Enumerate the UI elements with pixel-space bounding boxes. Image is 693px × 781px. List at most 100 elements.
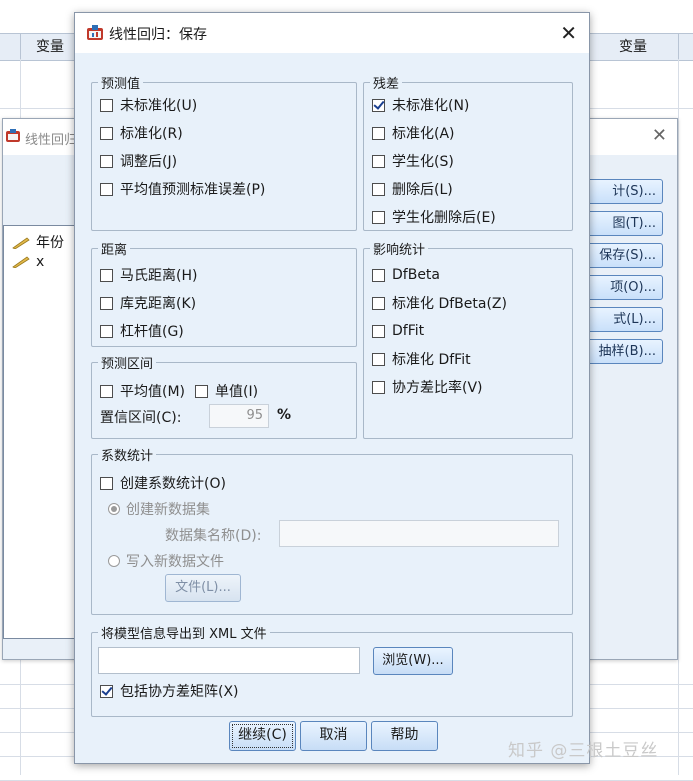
checkbox-mahalanobis[interactable]: 马氏距离(H) <box>100 265 197 285</box>
checkbox-box[interactable] <box>100 182 113 196</box>
variable-item[interactable]: x <box>12 254 44 270</box>
checkbox-label: 学生化(S) <box>392 154 454 170</box>
checkbox-box[interactable] <box>100 476 113 490</box>
browse-button[interactable]: 浏览(W)... <box>373 647 453 675</box>
radio-button[interactable] <box>108 555 120 567</box>
checkbox-include-covariance-matrix[interactable]: 包括协方差矩阵(X) <box>100 681 239 701</box>
checkbox-box[interactable] <box>100 684 113 698</box>
continue-button[interactable]: 继续(C) <box>229 721 296 751</box>
checkbox-box[interactable] <box>372 324 385 338</box>
group-legend: 将模型信息导出到 XML 文件 <box>101 627 267 642</box>
variable-list[interactable]: 年份 x <box>3 225 77 639</box>
radio-label: 写入新数据文件 <box>126 554 224 570</box>
scale-variable-icon <box>12 237 30 249</box>
spss-app-icon <box>6 129 20 142</box>
checkbox-predicted-standardized[interactable]: 标准化(R) <box>100 123 183 143</box>
statistics-button[interactable]: 计(S)... <box>587 179 663 204</box>
checkbox-box[interactable] <box>100 154 113 168</box>
checkbox-standardized-dfbeta[interactable]: 标准化 DfBeta(Z) <box>372 293 507 313</box>
checkbox-residual-studentized[interactable]: 学生化(S) <box>372 151 454 171</box>
checkbox-box[interactable] <box>372 380 385 394</box>
checkbox-label: 标准化 DfBeta(Z) <box>392 296 507 312</box>
watermark: 知乎 @三根土豆丝 <box>508 741 659 761</box>
checkbox-box[interactable] <box>372 154 385 168</box>
checkbox-covariance-ratio[interactable]: 协方差比率(V) <box>372 377 483 397</box>
checkbox-label: 库克距离(K) <box>120 296 197 312</box>
checkbox-label: 创建系数统计(O) <box>120 476 226 492</box>
checkbox-residual-deleted[interactable]: 删除后(L) <box>372 179 453 199</box>
dialog-title: 线性回归：保存 <box>109 27 207 43</box>
sheet-col-header-right[interactable]: 变量 <box>588 34 679 60</box>
radio-write-new-data-file[interactable]: 写入新数据文件 <box>108 551 224 571</box>
checkbox-box[interactable] <box>195 384 208 398</box>
options-button[interactable]: 项(O)... <box>587 275 663 300</box>
checkbox-interval-individual[interactable]: 单值(I) <box>195 381 258 401</box>
group-legend: 影响统计 <box>373 243 426 258</box>
close-icon[interactable]: ✕ <box>652 125 667 146</box>
xml-file-path-input[interactable] <box>98 647 360 674</box>
group-legend: 预测区间 <box>101 357 154 372</box>
checkbox-leverage[interactable]: 杠杆值(G) <box>100 321 184 341</box>
checkbox-box[interactable] <box>372 98 385 112</box>
checkbox-label: 马氏距离(H) <box>120 268 198 284</box>
sheet-corner <box>0 34 21 60</box>
checkbox-dfbeta[interactable]: DfBeta <box>372 265 440 285</box>
help-button[interactable]: 帮助 <box>371 721 438 751</box>
checkbox-label: 单值(I) <box>215 384 259 400</box>
checkbox-box[interactable] <box>372 296 385 310</box>
percent-sign: % <box>277 407 292 423</box>
plots-button[interactable]: 图(T)... <box>587 211 663 236</box>
checkbox-box[interactable] <box>100 384 113 398</box>
checkbox-label: 平均值预测标准误差(P) <box>120 182 266 198</box>
checkbox-dffit[interactable]: DfFit <box>372 321 424 341</box>
sheet-col-header-left[interactable]: 变量 <box>20 34 81 60</box>
variable-name: x <box>36 254 45 270</box>
checkbox-label: 标准化(R) <box>120 126 183 142</box>
checkbox-residual-studentized-deleted[interactable]: 学生化删除后(E) <box>372 207 496 227</box>
close-icon[interactable]: ✕ <box>560 21 577 45</box>
group-legend: 系数统计 <box>101 449 154 464</box>
radio-create-new-dataset[interactable]: 创建新数据集 <box>108 499 210 519</box>
cancel-button[interactable]: 取消 <box>300 721 367 751</box>
save-button[interactable]: 保存(S)... <box>587 243 663 268</box>
checkbox-box[interactable] <box>372 182 385 196</box>
checkbox-mean-prediction-se[interactable]: 平均值预测标准误差(P) <box>100 179 265 199</box>
parent-dialog-title: 线性回归 <box>25 133 78 148</box>
group-legend: 残差 <box>373 77 400 92</box>
checkbox-label: 标准化(A) <box>392 126 455 142</box>
checkbox-cooks[interactable]: 库克距离(K) <box>100 293 196 313</box>
radio-button[interactable] <box>108 503 120 515</box>
checkbox-label: 包括协方差矩阵(X) <box>120 684 239 700</box>
checkbox-box[interactable] <box>100 126 113 140</box>
dataset-name-label: 数据集名称(D): <box>165 528 262 544</box>
file-button[interactable]: 文件(L)... <box>165 574 241 602</box>
checkbox-label: DfBeta <box>392 267 440 283</box>
checkbox-box[interactable] <box>372 268 385 282</box>
style-button[interactable]: 式(L)... <box>587 307 663 332</box>
checkbox-label: 学生化删除后(E) <box>392 210 496 226</box>
checkbox-box[interactable] <box>100 98 113 112</box>
checkbox-box[interactable] <box>100 268 113 282</box>
bootstrap-button[interactable]: 抽样(B)... <box>587 339 663 364</box>
radio-label: 创建新数据集 <box>126 502 210 518</box>
confidence-interval-label: 置信区间(C): <box>100 410 182 426</box>
variable-item[interactable]: 年份 <box>12 232 64 252</box>
checkbox-predicted-adjusted[interactable]: 调整后(J) <box>100 151 177 171</box>
dialog-body: 预测值 未标准化(U) 标准化(R) 调整后(J) 平均值预测标准误差(P) 残… <box>75 53 589 763</box>
checkbox-residual-unstandardized[interactable]: 未标准化(N) <box>372 95 469 115</box>
checkbox-residual-standardized[interactable]: 标准化(A) <box>372 123 455 143</box>
checkbox-box[interactable] <box>100 296 113 310</box>
checkbox-label: 标准化 DfFit <box>392 352 471 368</box>
checkbox-create-coefficient-stats[interactable]: 创建系数统计(O) <box>100 473 226 493</box>
checkbox-box[interactable] <box>372 210 385 224</box>
dataset-name-input[interactable] <box>279 520 559 547</box>
checkbox-box[interactable] <box>100 324 113 338</box>
checkbox-predicted-unstandardized[interactable]: 未标准化(U) <box>100 95 197 115</box>
checkbox-box[interactable] <box>372 126 385 140</box>
title-bar[interactable]: 线性回归：保存 ✕ <box>75 13 589 53</box>
checkbox-box[interactable] <box>372 352 385 366</box>
checkbox-interval-mean[interactable]: 平均值(M) <box>100 381 185 401</box>
confidence-interval-input[interactable]: 95 <box>209 404 269 428</box>
checkbox-standardized-dffit[interactable]: 标准化 DfFit <box>372 349 471 369</box>
checkbox-label: 调整后(J) <box>120 154 178 170</box>
